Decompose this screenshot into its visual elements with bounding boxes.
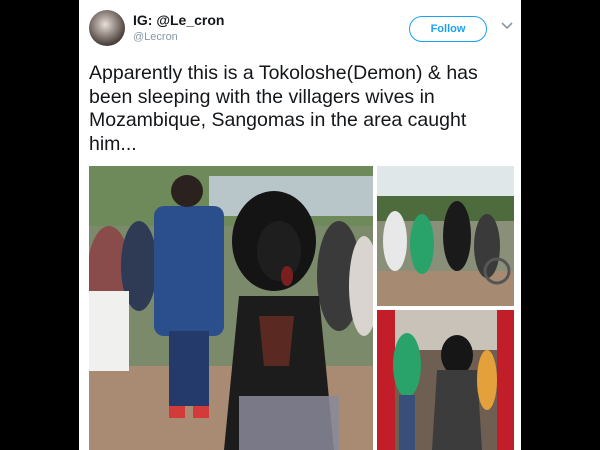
tweet-text: Apparently this is a Tokoloshe(Demon) & …: [89, 62, 478, 155]
chevron-down-icon[interactable]: [500, 19, 514, 33]
display-name[interactable]: IG: @Le_cron: [133, 12, 224, 28]
avatar[interactable]: [89, 10, 125, 46]
tweet-photo-tertiary[interactable]: [377, 310, 514, 450]
tweet-photo-secondary[interactable]: [377, 166, 514, 306]
tweet-media: [89, 166, 514, 450]
follow-button[interactable]: Follow: [409, 16, 487, 42]
tweet-photo-main[interactable]: [89, 166, 373, 450]
tweet-card: IG: @Le_cron @Lecron Follow Apparently t…: [79, 0, 521, 450]
user-handle[interactable]: @Lecron: [133, 31, 178, 43]
